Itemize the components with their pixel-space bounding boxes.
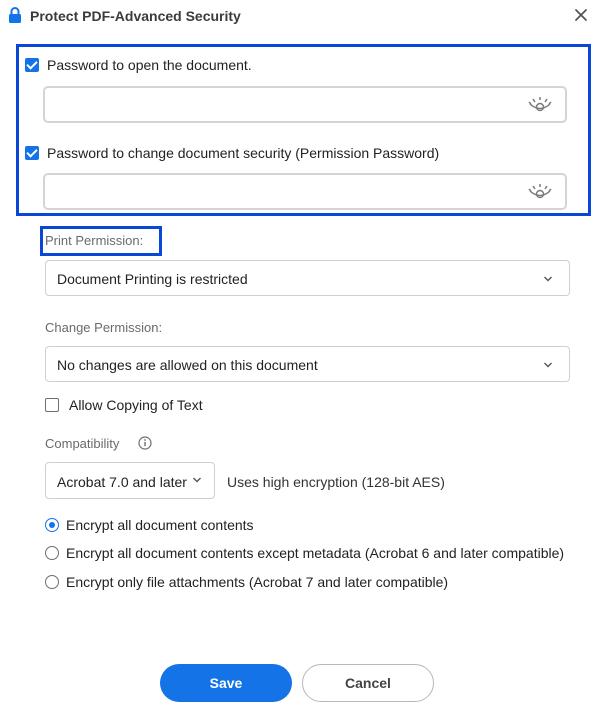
encrypt-attachments-radio[interactable] [45,575,59,589]
chevron-down-icon [193,477,201,483]
open-password-checkbox[interactable] [25,58,39,72]
allow-copying-option[interactable]: Allow Copying of Text [45,397,203,413]
allow-copying-checkbox[interactable] [45,398,59,412]
encryption-hint: Uses high encryption (128-bit AES) [227,474,445,490]
compatibility-label: Compatibility [45,436,120,451]
encrypt-option-label: Encrypt only file attachments (Acrobat 7… [66,574,449,590]
permission-password-checkbox[interactable] [25,146,39,160]
dialog-title: Protect PDF-Advanced Security [30,8,241,24]
permission-password-field[interactable] [43,173,567,210]
encrypt-option-all[interactable]: Encrypt all document contents [45,517,254,533]
encrypt-option-label: Encrypt all document contents except met… [66,545,565,561]
encrypt-option-label: Encrypt all document contents [66,517,254,533]
change-permission-label: Change Permission: [45,320,163,335]
encrypt-all-radio[interactable] [45,518,59,532]
dialog-titlebar: Protect PDF-Advanced Security [0,0,594,34]
compatibility-value: Acrobat 7.0 and later [57,474,187,490]
permission-password-option[interactable]: Password to change document security (Pe… [25,145,439,161]
info-icon[interactable] [138,436,152,450]
encrypt-option-except-metadata[interactable]: Encrypt all document contents except met… [45,545,564,561]
eye-hidden-icon[interactable] [527,182,553,202]
chevron-down-icon [544,276,552,282]
lock-icon [9,7,21,23]
close-icon[interactable] [572,6,590,24]
protect-pdf-dialog: Protect PDF-Advanced Security Password t… [0,0,594,717]
encrypt-except-metadata-radio[interactable] [45,546,59,560]
eye-hidden-icon[interactable] [527,95,553,115]
open-password-field[interactable] [43,86,567,123]
change-permission-value: No changes are allowed on this document [57,357,318,373]
permission-password-input[interactable] [53,179,517,205]
compatibility-select[interactable]: Acrobat 7.0 and later [45,462,215,499]
print-permission-select[interactable]: Document Printing is restricted [45,260,570,296]
save-button[interactable]: Save [160,664,292,702]
permission-password-label: Password to change document security (Pe… [47,145,440,161]
change-permission-select[interactable]: No changes are allowed on this document [45,346,570,382]
print-permission-label: Print Permission: [45,233,144,248]
open-password-label: Password to open the document. [47,57,252,73]
open-password-input[interactable] [53,92,517,118]
chevron-down-icon [544,362,552,368]
encrypt-option-attachments[interactable]: Encrypt only file attachments (Acrobat 7… [45,574,448,590]
print-permission-value: Document Printing is restricted [57,271,248,287]
cancel-button[interactable]: Cancel [302,664,434,702]
allow-copying-label: Allow Copying of Text [69,397,203,413]
open-password-option[interactable]: Password to open the document. [25,57,252,73]
